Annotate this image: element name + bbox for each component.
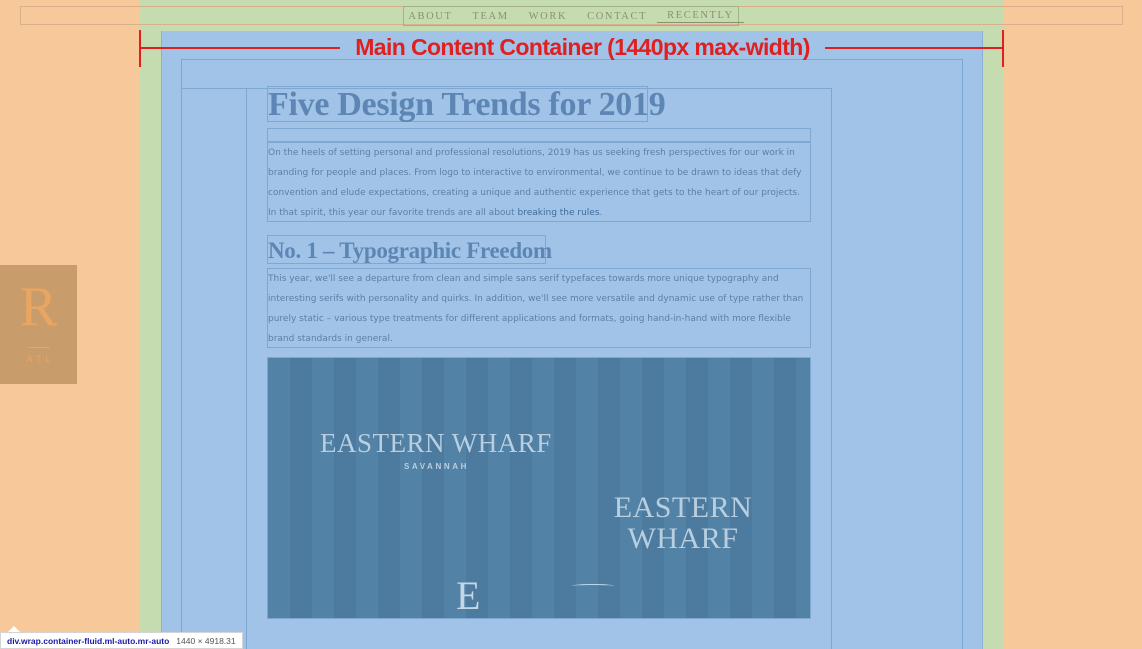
section-heading: No. 1 – Typographic Freedom — [267, 235, 552, 264]
breaking-rules-link[interactable]: breaking the rules — [518, 208, 600, 218]
wordmark-stacked-line1: EASTERN — [613, 491, 753, 524]
intro-end: . — [599, 208, 603, 218]
article-title: Five Design Trends for 2019 — [267, 86, 666, 123]
annotation-label: Main Content Container (1440px max-width… — [355, 34, 810, 60]
nav-item-about[interactable]: ABOUT — [398, 11, 462, 22]
section-paragraph: This year, we'll see a departure from cl… — [267, 268, 811, 348]
margin-overlay-right — [1004, 0, 1142, 649]
wordmark-primary-sub: SAVANNAH — [404, 462, 469, 471]
element-selector: div.wrap.container-fluid.ml-auto.mr-auto — [7, 635, 170, 646]
eastern-wharf-image: EASTERN WHARF SAVANNAH EASTERN WHARF E — [267, 357, 811, 619]
wordmark-primary: EASTERN WHARF — [320, 428, 552, 458]
annotation-line-left — [140, 47, 340, 49]
intro-paragraph: On the heels of setting personal and pro… — [267, 142, 811, 222]
article-inner-guide — [246, 88, 247, 649]
devtools-element-tooltip: div.wrap.container-fluid.ml-auto.mr-auto… — [0, 632, 243, 649]
flourish-mark — [572, 584, 614, 588]
annotation-tick-right — [1002, 30, 1004, 67]
logo-sub: ATL — [26, 354, 55, 364]
wordmark-stacked-line2: WHARF — [627, 522, 739, 555]
nav-item-recently[interactable]: RECENTLY — [657, 10, 744, 23]
image-texture — [268, 358, 810, 618]
nav-item-contact[interactable]: CONTACT — [577, 11, 657, 22]
logo-rule — [27, 347, 50, 348]
side-logo[interactable]: R ATL — [0, 265, 77, 384]
main-nav: ABOUT TEAM WORK CONTACT RECENTLY — [403, 6, 744, 26]
nav-item-work[interactable]: WORK — [519, 11, 577, 22]
annotation-line-right — [825, 47, 1004, 49]
wordmark-stacked: EASTERN WHARF — [598, 492, 768, 554]
monogram-mark: E — [456, 573, 481, 618]
logo-letter: R — [19, 276, 58, 338]
nav-item-team[interactable]: TEAM — [463, 11, 519, 22]
element-dimensions: 1440 × 4918.31 — [176, 635, 236, 646]
meta-spacer — [267, 128, 811, 142]
